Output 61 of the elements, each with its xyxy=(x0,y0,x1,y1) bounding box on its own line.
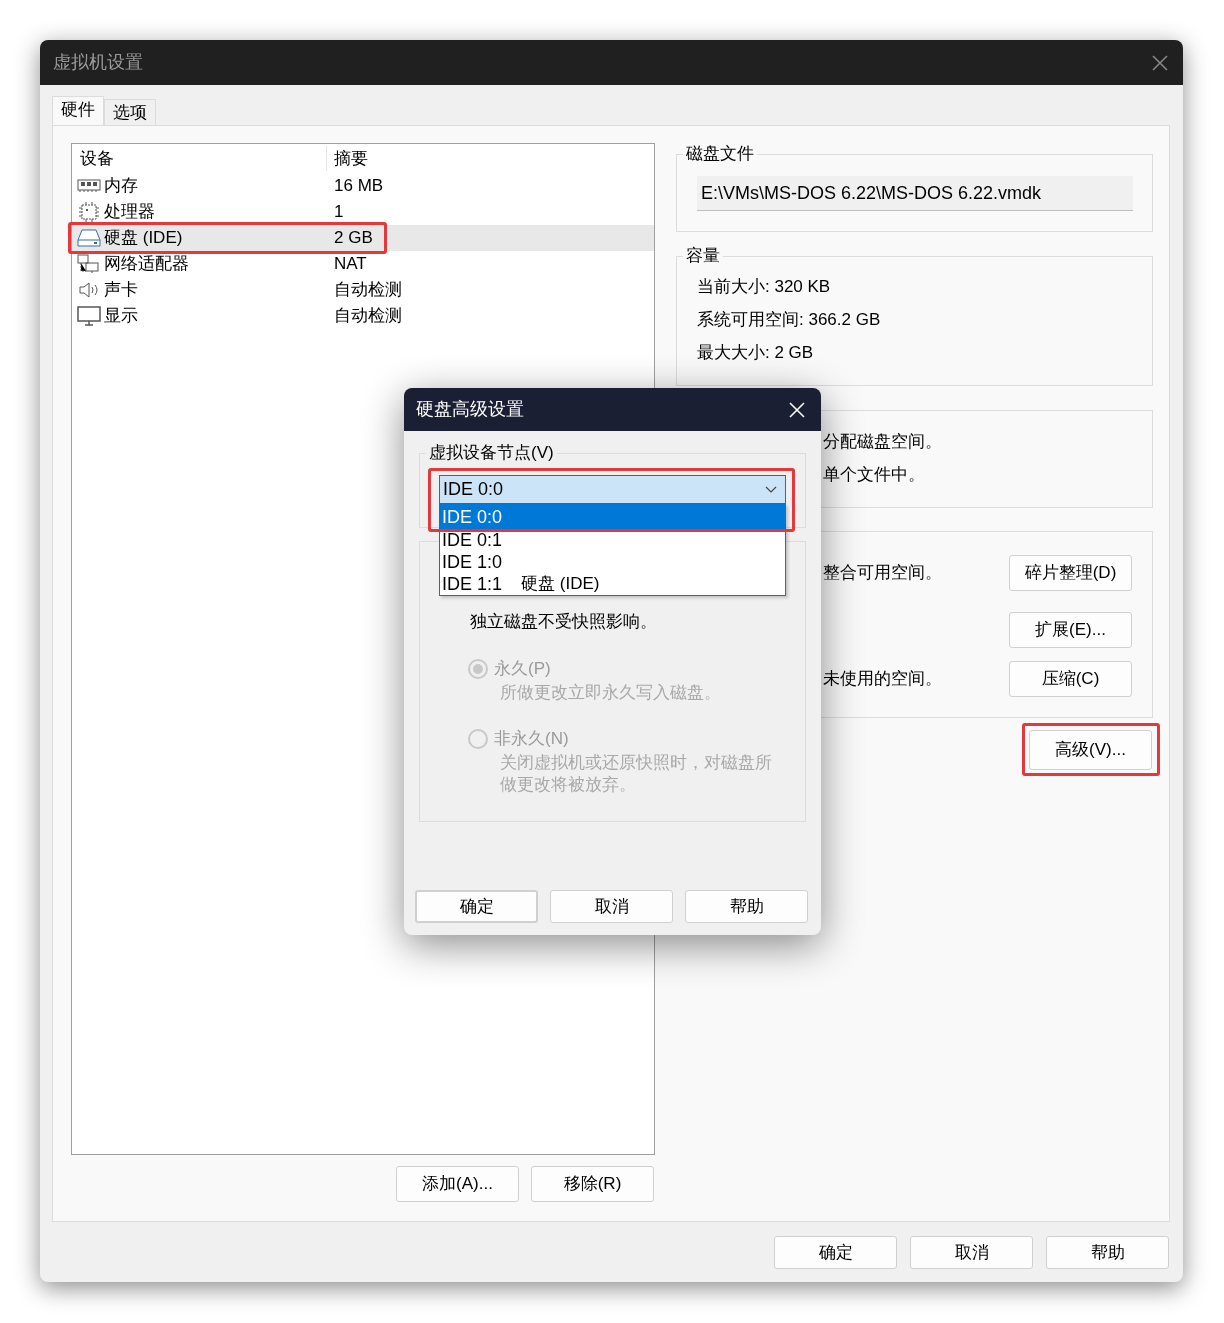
utility-text: 未使用的空间。 xyxy=(823,669,942,689)
device-name: 处理器 xyxy=(104,201,155,224)
utility-button[interactable]: 碎片整理(D) xyxy=(1009,555,1132,591)
allocation-text: 分配磁盘空间。 xyxy=(823,432,943,452)
device-summary: 16 MB xyxy=(333,175,384,198)
device-row[interactable]: 网络适配器 NAT xyxy=(72,251,654,277)
dropdown-option[interactable]: IDE 0:0 xyxy=(440,505,785,529)
speaker-icon xyxy=(78,281,100,299)
capacity-text: 系统可用空间: 366.2 GB xyxy=(697,310,882,330)
device-summary: NAT xyxy=(333,253,367,276)
option-note: 硬盘 (IDE) xyxy=(521,573,600,595)
device-name: 显示 xyxy=(104,305,138,328)
utility-button[interactable]: 扩展(E)... xyxy=(1009,612,1132,648)
device-row[interactable]: 内存 16 MB xyxy=(72,173,654,199)
device-summary: 自动检测 xyxy=(333,305,402,328)
chevron-down-icon xyxy=(765,485,777,494)
dialog-button[interactable]: 帮助 xyxy=(1046,1236,1169,1269)
capacity-text: 当前大小: 320 KB xyxy=(697,277,832,297)
dialog-button[interactable]: 确定 xyxy=(774,1236,897,1269)
device-summary: 自动检测 xyxy=(333,279,402,302)
device-summary: 1 xyxy=(333,201,344,224)
radio-label: 非永久(N) xyxy=(494,728,569,750)
tab[interactable]: 硬件 xyxy=(52,96,104,125)
device-name: 网络适配器 xyxy=(104,253,189,276)
utility-text: 整合可用空间。 xyxy=(823,563,942,583)
memory-icon xyxy=(77,179,101,193)
tab[interactable]: 选项 xyxy=(104,99,156,125)
dropdown-option[interactable]: IDE 1:0 xyxy=(440,551,785,573)
list-button[interactable]: 添加(A)... xyxy=(396,1166,519,1202)
device-row[interactable]: 显示 自动检测 xyxy=(72,303,654,329)
dialog-button[interactable]: 取消 xyxy=(910,1236,1033,1269)
dialog-button[interactable]: 取消 xyxy=(550,890,673,923)
device-row[interactable]: 声卡 自动检测 xyxy=(72,277,654,303)
device-name: 硬盘 (IDE) xyxy=(104,227,183,250)
device-row[interactable]: 处理器 1 xyxy=(72,199,654,225)
list-button[interactable]: 移除(R) xyxy=(531,1166,654,1202)
advanced-button[interactable]: 高级(V)... xyxy=(1029,730,1152,770)
radio-label: 永久(P) xyxy=(494,658,551,680)
option-description: 所做更改立即永久写入磁盘。 xyxy=(500,682,722,704)
network-icon xyxy=(77,254,101,274)
node-dropdown[interactable]: IDE 0:0 xyxy=(439,475,786,504)
window-title: 虚拟机设置 xyxy=(53,51,143,74)
dropdown-option[interactable]: IDE 0:1 xyxy=(440,529,785,551)
column-header[interactable]: 摘要 xyxy=(327,145,368,172)
dialog-title: 硬盘高级设置 xyxy=(416,398,524,421)
dropdown-option[interactable]: IDE 1:1 硬盘 (IDE) xyxy=(440,573,785,595)
chip-icon xyxy=(78,202,100,222)
allocation-text: 单个文件中。 xyxy=(823,465,926,485)
monitor-icon xyxy=(77,306,101,326)
mode-note: 独立磁盘不受快照影响。 xyxy=(470,611,658,633)
path-field: E:\VMs\MS-DOS 6.22\MS-DOS 6.22.vmdk xyxy=(697,176,1133,211)
dialog-button[interactable]: 帮助 xyxy=(685,890,808,923)
device-name: 声卡 xyxy=(104,279,138,302)
column-header[interactable]: 设备 xyxy=(72,145,327,172)
dialog-button[interactable]: 确定 xyxy=(415,890,538,923)
device-name: 内存 xyxy=(104,175,138,198)
device-summary: 2 GB xyxy=(333,227,373,250)
option-description: 关闭虚拟机或还原快照时，对磁盘所做更改将被放弃。 xyxy=(500,752,772,796)
hard-drive-icon xyxy=(77,229,101,247)
utility-button[interactable]: 压缩(C) xyxy=(1009,661,1132,697)
capacity-text: 最大大小: 2 GB xyxy=(697,343,815,363)
